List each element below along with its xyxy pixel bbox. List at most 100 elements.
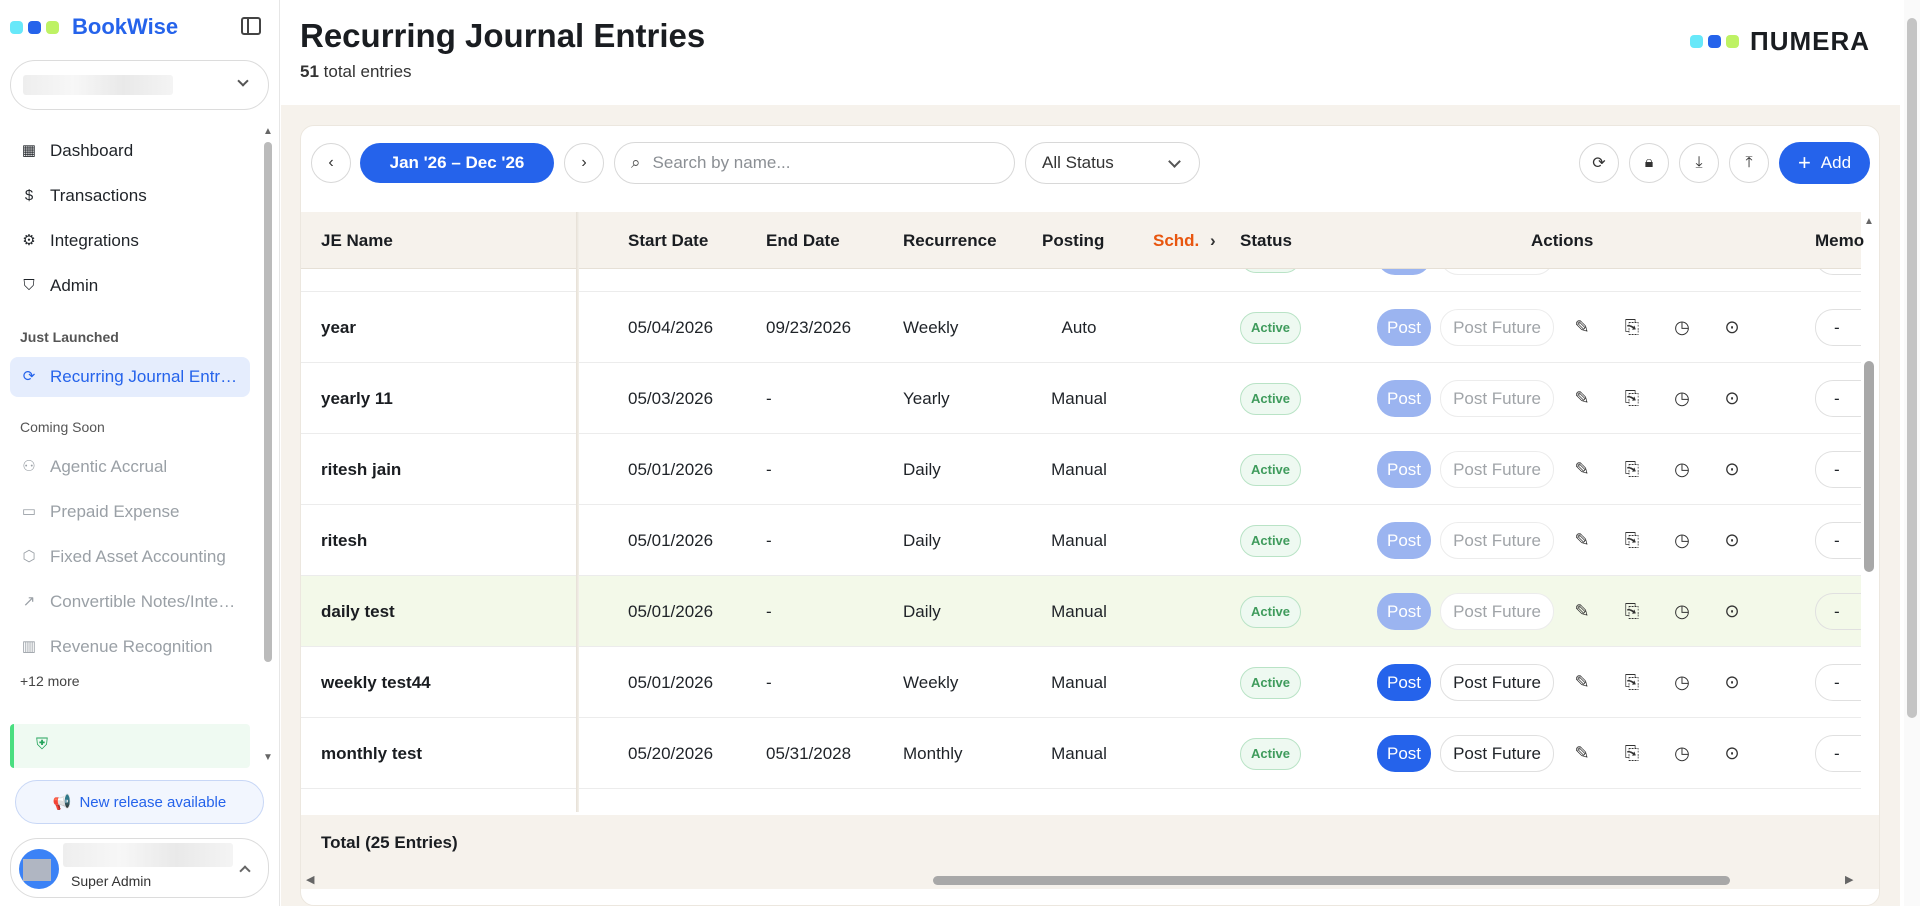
stop-circle-icon[interactable]: ⊙ <box>1721 316 1743 338</box>
post-future-button[interactable]: Post Future <box>1440 269 1554 275</box>
edit-pencil-icon[interactable]: ✎ <box>1571 742 1593 764</box>
stop-circle-icon[interactable]: ⊙ <box>1721 458 1743 480</box>
date-range-button[interactable]: Jan '26 – Dec '26 <box>360 143 554 183</box>
post-future-button[interactable]: Post Future <box>1440 451 1554 488</box>
sidebar-item-recurring-journal-entries[interactable]: ⟳ Recurring Journal Entries <box>10 357 250 397</box>
next-period-button[interactable]: › <box>564 143 604 183</box>
post-button[interactable]: Post <box>1377 380 1431 417</box>
attachment-clip-icon[interactable]: ⎘ <box>1621 742 1643 764</box>
memo-cell[interactable]: - <box>1815 664 1861 701</box>
table-row[interactable]: ritesh 05/01/2026 - Daily Manual Active Post Po… <box>301 505 1861 576</box>
column-header-end-date[interactable]: End Date <box>766 212 840 269</box>
memo-cell[interactable]: - <box>1815 593 1861 630</box>
history-clock-icon[interactable]: ◷ <box>1671 742 1693 764</box>
post-future-button[interactable]: Post Future <box>1440 664 1554 701</box>
post-button[interactable]: Post <box>1377 664 1431 701</box>
sidebar-item-revenue-recognition[interactable]: ▥ Revenue Recognition <box>10 627 250 667</box>
stop-circle-icon[interactable]: ⊙ <box>1721 742 1743 764</box>
post-button[interactable]: Post <box>1377 309 1431 346</box>
table-row[interactable]: monthly test 05/20/2026 05/31/2028 Monthly M… <box>301 718 1861 789</box>
post-future-button[interactable]: Post Future <box>1440 735 1554 772</box>
table-row[interactable]: weekly test44 05/01/2026 - Weekly Manual Acti… <box>301 647 1861 718</box>
stop-circle-icon[interactable]: ⊙ <box>1721 529 1743 551</box>
upload-button[interactable]: ⤒ <box>1729 143 1769 183</box>
sidebar-item-agentic-accrual[interactable]: ⚇ Agentic Accrual <box>10 447 250 487</box>
scroll-up-arrow-icon[interactable]: ▲ <box>263 126 273 137</box>
history-clock-icon[interactable]: ◷ <box>1671 529 1693 551</box>
post-button[interactable]: Post <box>1377 593 1431 630</box>
post-button[interactable]: Post <box>1377 451 1431 488</box>
column-header-schedule[interactable]: Schd. › <box>1153 212 1216 269</box>
status-filter-select[interactable]: All Status <box>1025 142 1200 184</box>
memo-cell[interactable]: - <box>1815 309 1861 346</box>
sidebar-toggle-icon[interactable] <box>241 17 261 35</box>
add-entry-button[interactable]: + Add <box>1779 142 1870 184</box>
attachment-clip-icon[interactable]: ⎘ <box>1621 671 1643 693</box>
edit-pencil-icon[interactable]: ✎ <box>1571 316 1593 338</box>
user-profile-menu[interactable]: Super Admin <box>10 838 269 898</box>
prev-period-button[interactable]: ‹ <box>311 143 351 183</box>
search-input-wrapper[interactable]: ⌕ <box>614 142 1015 184</box>
table-row[interactable]: daily test 05/01/2026 - Daily Manual Active Po… <box>301 576 1861 647</box>
memo-cell[interactable]: - <box>1815 269 1861 275</box>
edit-pencil-icon[interactable]: ✎ <box>1571 671 1593 693</box>
table-vertical-scroll-thumb[interactable] <box>1864 361 1874 572</box>
sidebar-item-transactions[interactable]: $ Transactions <box>10 176 250 216</box>
column-header-status[interactable]: Status <box>1240 212 1292 269</box>
page-scroll-thumb[interactable] <box>1907 18 1917 718</box>
horizontal-scroll-thumb[interactable] <box>933 876 1730 885</box>
post-future-button[interactable]: Post Future <box>1440 522 1554 559</box>
attachment-clip-icon[interactable]: ⎘ <box>1621 316 1643 338</box>
post-button[interactable]: Post <box>1377 522 1431 559</box>
search-input[interactable] <box>652 153 983 173</box>
attachment-clip-icon[interactable]: ⎘ <box>1621 600 1643 622</box>
attachment-clip-icon[interactable]: ⎘ <box>1621 529 1643 551</box>
table-row[interactable]: ritesh jain 05/01/2026 - Daily Manual Active P… <box>301 434 1861 505</box>
sidebar-item-prepaid-expense[interactable]: ▭ Prepaid Expense <box>10 492 250 532</box>
post-future-button[interactable]: Post Future <box>1440 593 1554 630</box>
post-future-button[interactable]: Post Future <box>1440 380 1554 417</box>
scroll-down-arrow-icon[interactable]: ▼ <box>263 752 273 763</box>
attachment-clip-icon[interactable]: ⎘ <box>1621 387 1643 409</box>
table-row[interactable]: yearly 11 05/03/2026 - Yearly Manual Active Po… <box>301 363 1861 434</box>
sidebar-item-convertible-notes[interactable]: ↗ Convertible Notes/Interest <box>10 582 250 622</box>
organization-select[interactable] <box>10 60 269 110</box>
column-header-je-name[interactable]: JE Name <box>321 212 393 269</box>
history-clock-icon[interactable]: ◷ <box>1671 600 1693 622</box>
download-button[interactable]: ⤓ <box>1679 143 1719 183</box>
edit-pencil-icon[interactable]: ✎ <box>1571 529 1593 551</box>
history-clock-icon[interactable]: ◷ <box>1671 671 1693 693</box>
sidebar-item-admin[interactable]: ⛉ Admin <box>10 266 250 306</box>
memo-cell[interactable]: - <box>1815 522 1861 559</box>
edit-pencil-icon[interactable]: ✎ <box>1571 600 1593 622</box>
stop-circle-icon[interactable]: ⊙ <box>1721 600 1743 622</box>
stop-circle-icon[interactable]: ⊙ <box>1721 387 1743 409</box>
lock-button[interactable]: 🔒︎ <box>1629 143 1669 183</box>
table-row[interactable]: year 05/04/2026 09/23/2026 Weekly Auto Active… <box>301 292 1861 363</box>
stop-circle-icon[interactable]: ⊙ <box>1721 671 1743 693</box>
table-scroll-up-arrow-icon[interactable]: ▲ <box>1864 216 1874 227</box>
table-row[interactable]: test yearly 05/04/2026 05/31/2026 Yearly Man… <box>301 269 1861 292</box>
memo-cell[interactable]: - <box>1815 735 1861 772</box>
column-header-recurrence[interactable]: Recurrence <box>903 212 997 269</box>
post-future-button[interactable]: Post Future <box>1440 309 1554 346</box>
memo-cell[interactable]: - <box>1815 380 1861 417</box>
new-release-button[interactable]: 📢 New release available <box>15 780 264 824</box>
refresh-button[interactable]: ⟳ <box>1579 143 1619 183</box>
history-clock-icon[interactable]: ◷ <box>1671 316 1693 338</box>
post-button[interactable]: Post <box>1377 269 1431 275</box>
edit-pencil-icon[interactable]: ✎ <box>1571 458 1593 480</box>
scroll-left-arrow-icon[interactable]: ◀ <box>306 873 314 886</box>
column-header-start-date[interactable]: Start Date <box>628 212 708 269</box>
sidebar-item-integrations[interactable]: ⚙ Integrations <box>10 221 250 261</box>
attachment-clip-icon[interactable]: ⎘ <box>1621 458 1643 480</box>
edit-pencil-icon[interactable]: ✎ <box>1571 387 1593 409</box>
more-items-link[interactable]: +12 more <box>20 673 80 689</box>
security-status-card[interactable]: ⛨ <box>10 724 250 768</box>
sidebar-scrollbar[interactable] <box>264 142 272 662</box>
brand-logo[interactable]: BookWise <box>10 14 178 40</box>
history-clock-icon[interactable]: ◷ <box>1671 458 1693 480</box>
post-button[interactable]: Post <box>1377 735 1431 772</box>
history-clock-icon[interactable]: ◷ <box>1671 387 1693 409</box>
sidebar-item-dashboard[interactable]: ▦ Dashboard <box>10 131 250 171</box>
